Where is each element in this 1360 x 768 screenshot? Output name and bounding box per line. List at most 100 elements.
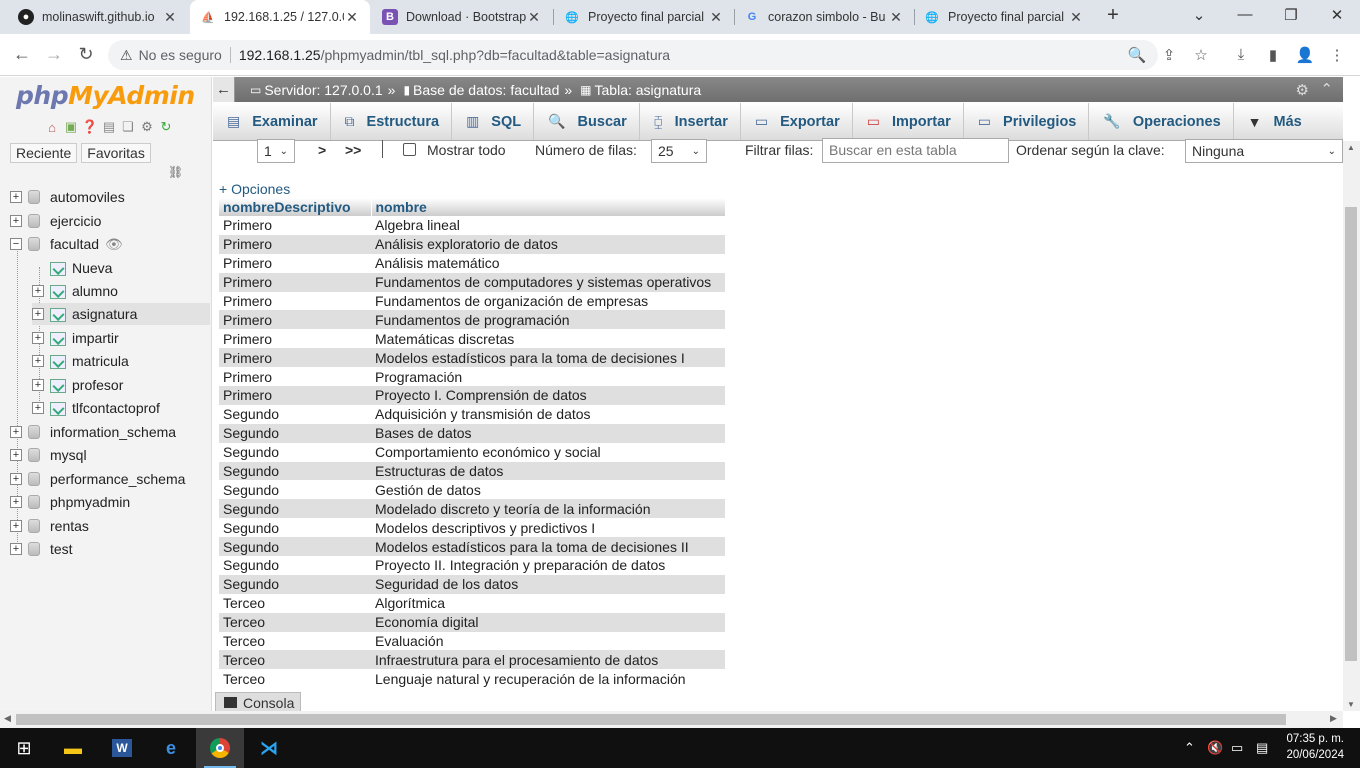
- expand-icon[interactable]: +: [32, 355, 44, 367]
- table-row[interactable]: Segundo Modelado discreto y teoría de la …: [219, 499, 725, 519]
- cell-nombredescriptivo[interactable]: Segundo: [219, 556, 371, 575]
- volume-muted-icon[interactable]: 🔇: [1207, 740, 1223, 756]
- last-page-button[interactable]: >>: [345, 142, 361, 158]
- cell-nombredescriptivo[interactable]: Segundo: [219, 480, 371, 500]
- download-icon[interactable]: ⤓: [1230, 46, 1252, 63]
- bookmark-star-icon[interactable]: ☆: [1190, 46, 1212, 64]
- close-icon[interactable]: ✕: [1068, 9, 1084, 26]
- cell-nombredescriptivo[interactable]: Segundo: [219, 499, 371, 519]
- tab-exportar[interactable]: ▭ Exportar: [741, 103, 853, 140]
- back-arrow-icon[interactable]: ←: [10, 44, 34, 65]
- tab-operaciones[interactable]: 🔧 Operaciones: [1089, 103, 1234, 140]
- eye-icon[interactable]: 👁: [105, 236, 123, 253]
- cell-nombredescriptivo[interactable]: Terceo: [219, 669, 371, 689]
- new-table-node[interactable]: Nueva: [32, 257, 112, 279]
- options-link[interactable]: + Opciones: [219, 181, 290, 197]
- db-node-rentas[interactable]: + rentas: [10, 515, 89, 537]
- cell-nombre[interactable]: Modelado discreto y teoría de la informa…: [371, 499, 725, 519]
- scroll-left-icon[interactable]: ◀: [4, 713, 11, 724]
- db-node-test[interactable]: + test: [10, 538, 73, 560]
- cell-nombredescriptivo[interactable]: Primero: [219, 272, 371, 292]
- tab-insertar[interactable]: ⧮ Insertar: [640, 103, 741, 140]
- cell-nombredescriptivo[interactable]: Primero: [219, 386, 371, 405]
- table-row[interactable]: Primero Análisis exploratorio de datos: [219, 234, 725, 254]
- cell-nombredescriptivo[interactable]: Segundo: [219, 537, 371, 557]
- db-node-information-schema[interactable]: + information_schema: [10, 421, 176, 443]
- table-row[interactable]: Primero Programación: [219, 367, 725, 387]
- cell-nombre[interactable]: Comportamiento económico y social: [371, 442, 725, 462]
- close-icon[interactable]: ✕: [162, 9, 178, 26]
- db-node-performance-schema[interactable]: + performance_schema: [10, 468, 185, 490]
- db-node-ejercicio[interactable]: + ejercicio: [10, 210, 101, 232]
- reload-icon[interactable]: ↻: [74, 44, 98, 65]
- collapse-icon[interactable]: −: [10, 238, 22, 250]
- expand-icon[interactable]: +: [10, 496, 22, 508]
- cell-nombre[interactable]: Seguridad de los datos: [371, 574, 725, 594]
- cell-nombredescriptivo[interactable]: Segundo: [219, 423, 371, 443]
- docs-icon[interactable]: ▤: [101, 119, 117, 135]
- share-icon[interactable]: ⇪: [1158, 46, 1180, 64]
- column-header-nombre[interactable]: nombre: [371, 198, 726, 216]
- db-node-facultad[interactable]: − facultad 👁: [10, 233, 123, 255]
- tab-buscar[interactable]: 🔍 Buscar: [534, 103, 640, 140]
- table-row[interactable]: Primero Fundamentos de programación: [219, 310, 725, 330]
- tab-estructura[interactable]: ⧉ Estructura: [331, 103, 453, 140]
- rows-select[interactable]: 25 ⌄: [651, 139, 707, 163]
- cell-nombre[interactable]: Economía digital: [371, 612, 725, 632]
- cell-nombre[interactable]: Evaluación: [371, 631, 725, 651]
- page-select[interactable]: 1 ⌄: [257, 139, 295, 163]
- cell-nombre[interactable]: Adquisición y transmisión de datos: [371, 404, 725, 424]
- table-row[interactable]: Terceo Economía digital: [219, 612, 725, 632]
- cell-nombredescriptivo[interactable]: Terceo: [219, 612, 371, 632]
- table-row[interactable]: Segundo Seguridad de los datos: [219, 574, 725, 594]
- cell-nombredescriptivo[interactable]: Primero: [219, 310, 371, 330]
- restore-icon[interactable]: ❐: [1276, 6, 1306, 24]
- table-row[interactable]: Primero Fundamentos de organización de em…: [219, 291, 725, 311]
- edge-icon[interactable]: e: [147, 728, 195, 768]
- close-icon[interactable]: ✕: [888, 9, 904, 26]
- show-all-checkbox[interactable]: [403, 143, 416, 156]
- help-icon[interactable]: ❓: [82, 119, 98, 135]
- tab-search-icon[interactable]: ⌄: [1184, 6, 1214, 24]
- scroll-up-icon[interactable]: ▲: [1347, 143, 1355, 152]
- cell-nombre[interactable]: Modelos estadísticos para la toma de dec…: [371, 348, 725, 368]
- table-row[interactable]: Segundo Modelos estadísticos para la toma…: [219, 537, 725, 557]
- table-node-impartir[interactable]: + impartir: [32, 327, 119, 349]
- browser-tab-active[interactable]: ⛵ 192.168.1.25 / 127.0.0.1 ✕: [190, 0, 370, 34]
- breadcrumb-server[interactable]: Servidor: 127.0.0.1: [264, 82, 382, 98]
- expand-icon[interactable]: +: [10, 449, 22, 461]
- expand-icon[interactable]: +: [10, 215, 22, 227]
- cell-nombredescriptivo[interactable]: Primero: [219, 253, 371, 273]
- minimize-icon[interactable]: —: [1230, 6, 1260, 23]
- tab-privilegios[interactable]: ▭ Privilegios: [964, 103, 1090, 140]
- cell-nombre[interactable]: Lenguaje natural y recuperación de la in…: [371, 669, 725, 689]
- taskbar-clock[interactable]: 07:35 p. m. 20/06/2024: [1286, 731, 1344, 763]
- table-row[interactable]: Segundo Proyecto II. Integración y prepar…: [219, 556, 725, 575]
- vscode-icon[interactable]: ⋊: [245, 728, 293, 768]
- table-row[interactable]: Segundo Comportamiento económico y social: [219, 442, 725, 462]
- table-node-alumno[interactable]: + alumno: [32, 280, 118, 302]
- cell-nombre[interactable]: Modelos descriptivos y predictivos I: [371, 518, 725, 538]
- breadcrumb-table[interactable]: Tabla: asignatura: [595, 82, 702, 98]
- notification-icon[interactable]: ▤: [1256, 740, 1268, 756]
- db-node-automoviles[interactable]: + automoviles: [10, 186, 125, 208]
- url-bar[interactable]: ⚠ No es seguro 192.168.1.25/phpmyadmin/t…: [108, 40, 1158, 70]
- cell-nombre[interactable]: Gestión de datos: [371, 480, 725, 500]
- link-chain-icon[interactable]: ⛓: [168, 165, 183, 179]
- collapse-top-icon[interactable]: ⌃: [1320, 80, 1333, 98]
- table-row[interactable]: Segundo Gestión de datos: [219, 480, 725, 500]
- cell-nombre[interactable]: Fundamentos de programación: [371, 310, 725, 330]
- chrome-icon[interactable]: [196, 728, 244, 768]
- scrollbar-thumb[interactable]: [16, 714, 1286, 725]
- cell-nombredescriptivo[interactable]: Primero: [219, 348, 371, 368]
- cell-nombredescriptivo[interactable]: Segundo: [219, 442, 371, 462]
- cell-nombredescriptivo[interactable]: Segundo: [219, 518, 371, 538]
- table-node-tlfcontactoprof[interactable]: + tlfcontactoprof: [32, 397, 160, 419]
- tab-sql[interactable]: ▥ SQL: [452, 103, 535, 140]
- tab-mas[interactable]: ▼ Más: [1234, 103, 1314, 140]
- network-icon[interactable]: ▭: [1231, 740, 1243, 756]
- tray-chevron-icon[interactable]: ⌃: [1184, 740, 1195, 756]
- table-row[interactable]: Terceo Evaluación: [219, 631, 725, 651]
- tab-examinar[interactable]: ▤ Examinar: [213, 103, 331, 140]
- cell-nombredescriptivo[interactable]: Terceo: [219, 593, 371, 613]
